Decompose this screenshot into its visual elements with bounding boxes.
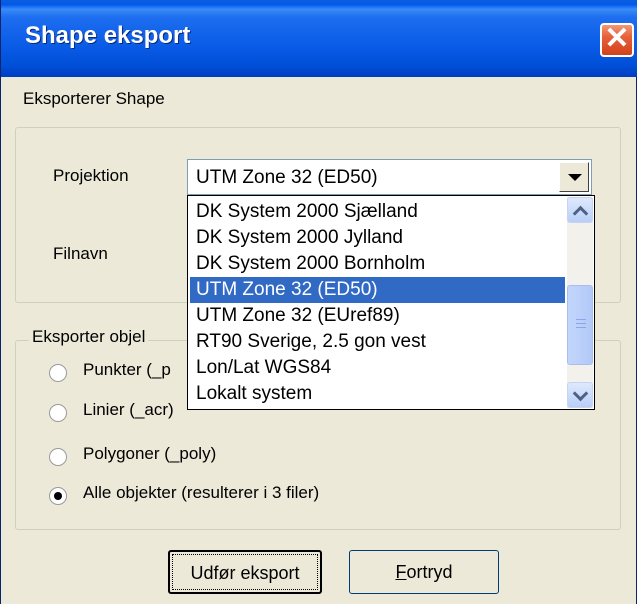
radio-button[interactable] [49,448,67,466]
list-item[interactable]: DK System 2000 Jylland [190,225,565,251]
close-button[interactable]: ✕ [600,23,634,57]
focus-rect [172,554,318,590]
radio-button[interactable] [49,487,67,505]
radio-button[interactable] [49,404,67,422]
list-item[interactable]: UTM Zone 32 (EUref89) [190,303,565,329]
window-title: Shape eksport [25,22,191,49]
projection-label: Projektion [53,166,129,185]
radio-label: Alle objekter (resulterer i 3 filer) [83,483,320,502]
export-objects-legend: Eksporter objel [29,327,149,347]
list-item[interactable]: DK System 2000 Bornholm [190,251,565,277]
grip-line [576,327,586,328]
projection-selected-value: UTM Zone 32 (ED50) [196,167,378,188]
export-button[interactable]: Udfør eksport [168,550,322,594]
radio-label: Polygoner (_poly) [83,444,217,463]
cancel-button[interactable]: Fortryd [349,550,499,594]
list-item[interactable]: RT90 Sverige, 2.5 gon vest [190,329,565,355]
list-item[interactable]: Lokalt system [190,381,565,407]
cancel-button-label: Fortryd [395,562,453,582]
scroll-up-icon[interactable] [567,197,593,223]
radio-label: Linier (_acr) [83,400,174,419]
radio-button[interactable] [49,364,67,382]
shape-export-dialog: Shape eksport ✕ Eksporterer Shape Projek… [0,0,637,604]
filename-label: Filnavn [53,244,108,263]
scroll-down-icon[interactable] [567,382,593,408]
dropdown-scrollbar[interactable] [567,197,593,408]
close-icon: ✕ [604,22,630,55]
radio-label: Punkter (_p [83,360,171,379]
chevron-down-icon[interactable] [559,162,589,192]
list-item[interactable]: Lon/Lat WGS84 [190,355,565,381]
list-item[interactable]: DK System 2000 Sjælland [190,199,565,225]
projection-combobox[interactable]: UTM Zone 32 (ED50) [187,159,592,195]
list-item-selected[interactable]: UTM Zone 32 (ED50) [190,277,565,303]
subtitle: Eksporterer Shape [23,89,165,108]
scrollbar-thumb[interactable] [567,285,593,365]
grip-line [576,319,586,320]
title-bar[interactable]: Shape eksport ✕ [1,0,637,77]
projection-dropdown-list: DK System 2000 Sjælland DK System 2000 J… [187,195,595,410]
grip-line [576,323,586,324]
